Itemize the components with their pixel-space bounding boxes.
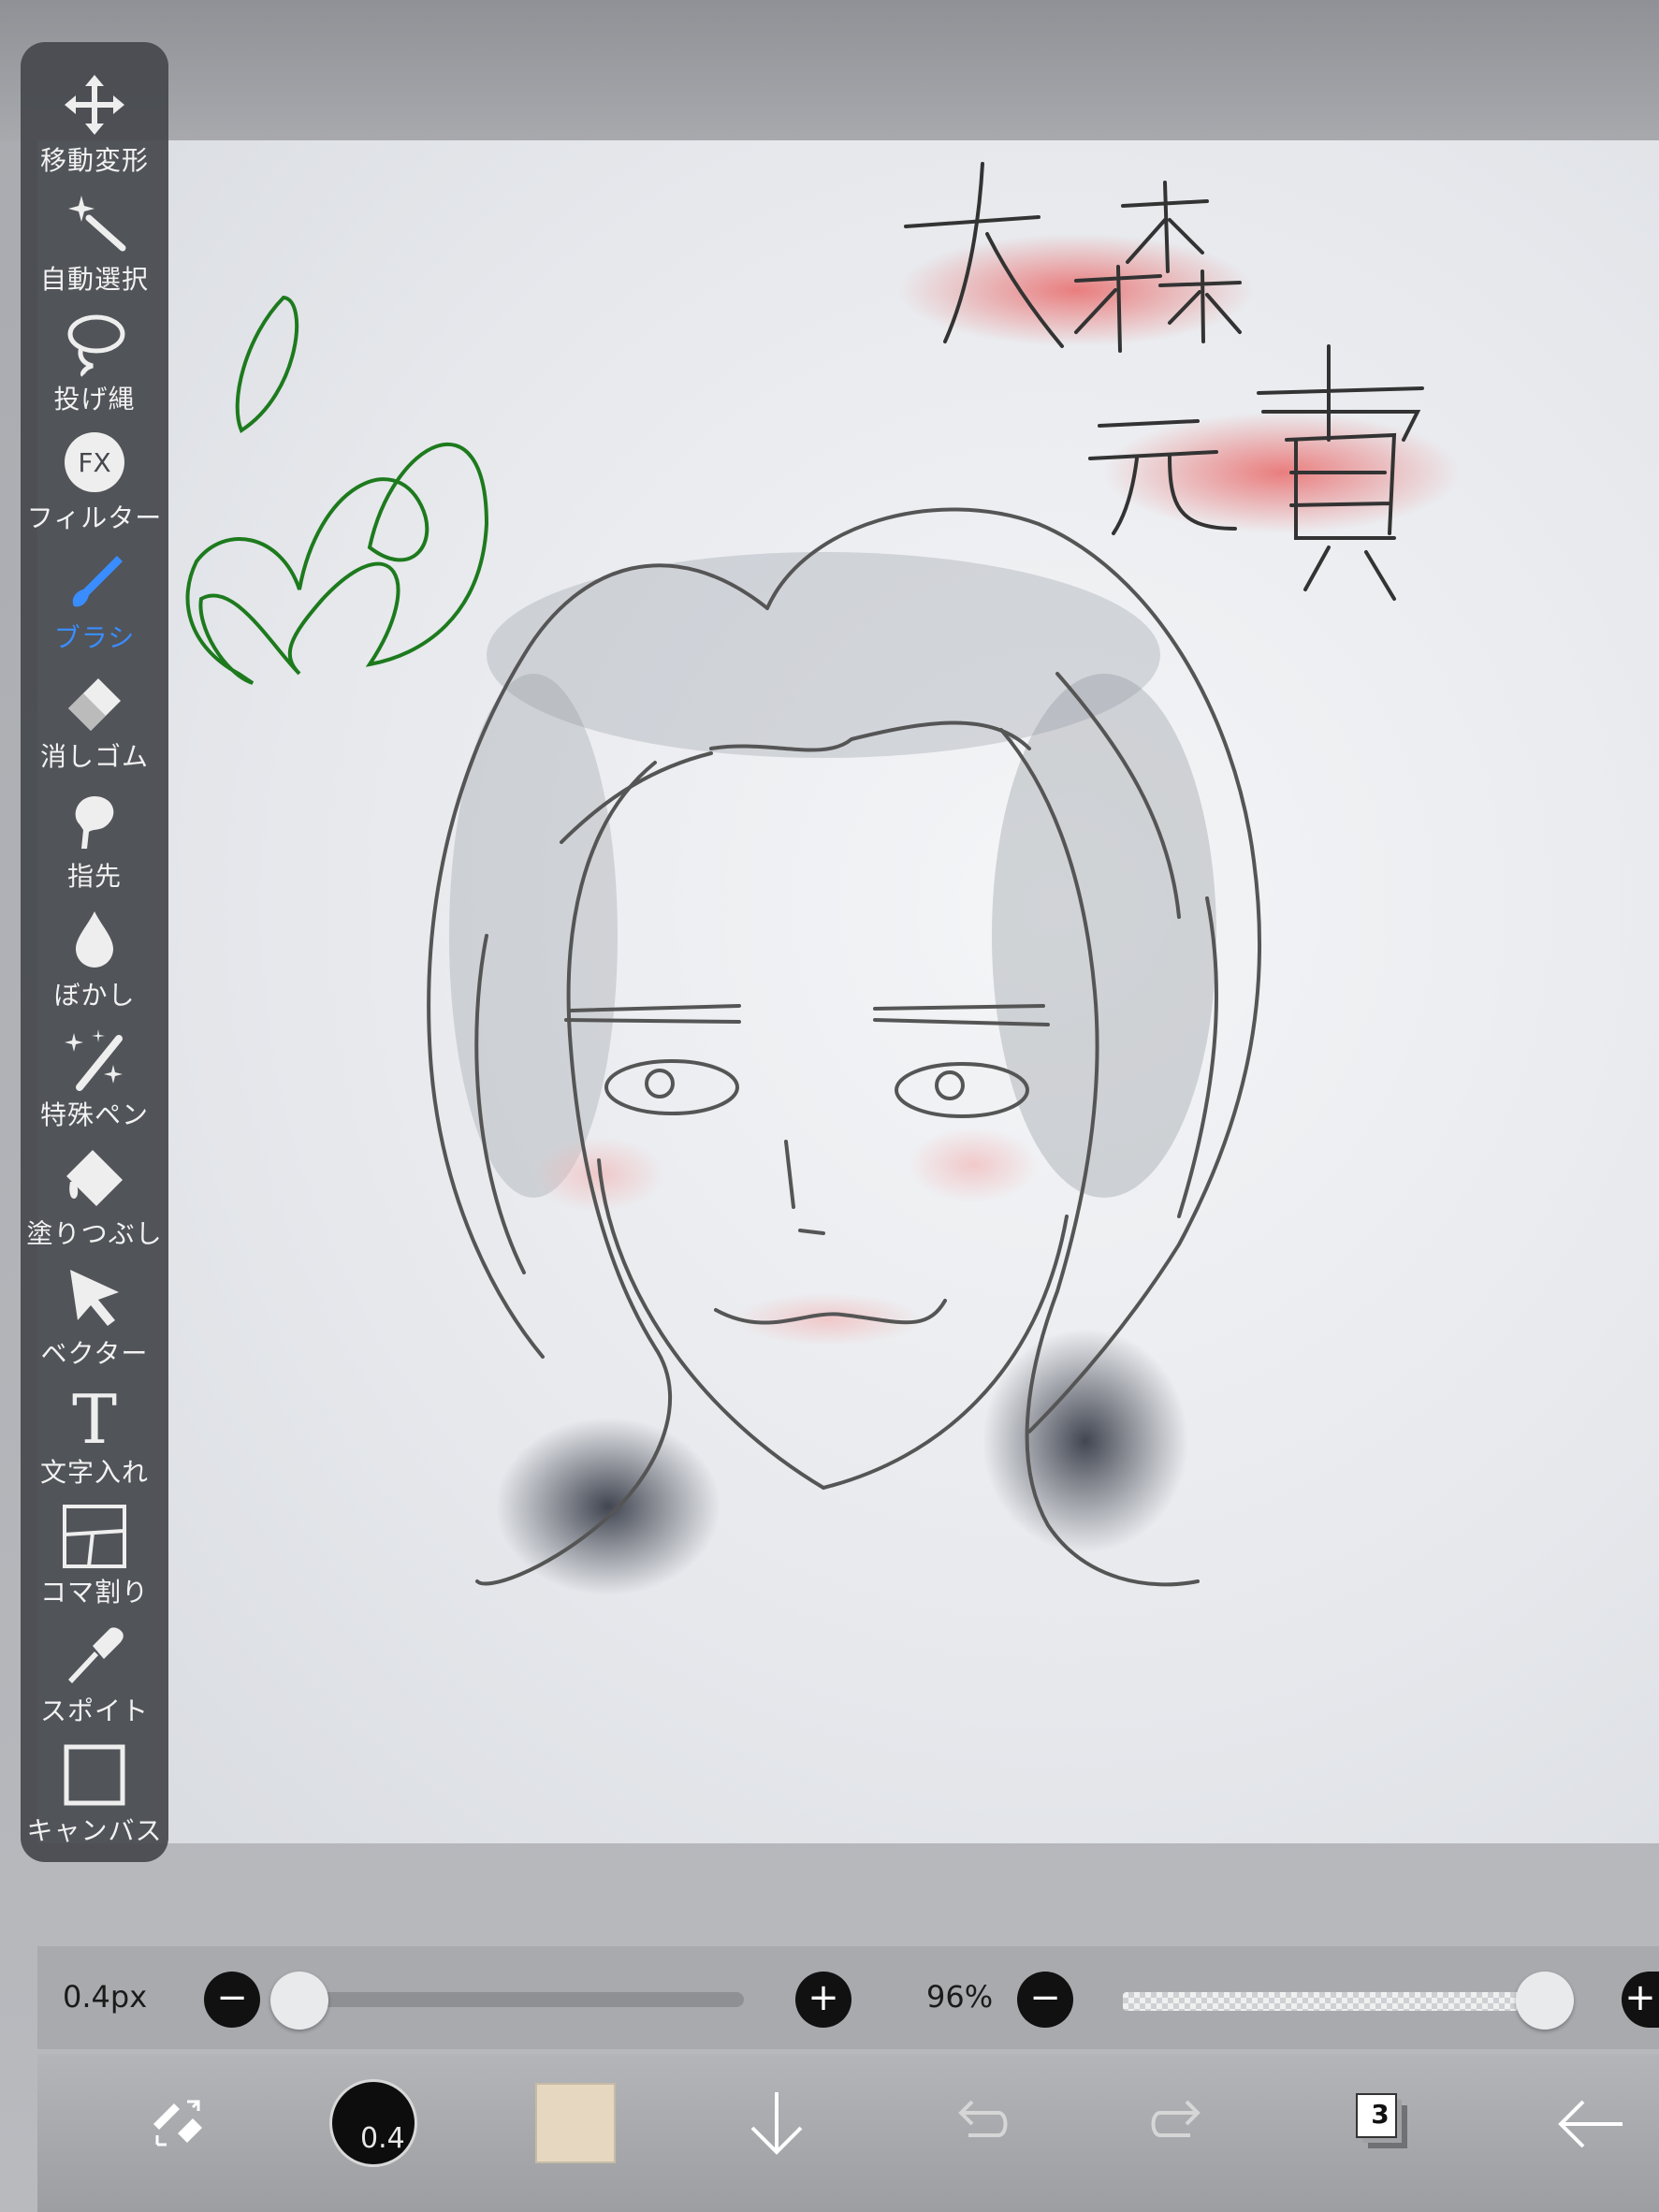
tool-label: ぼかし <box>53 980 136 1011</box>
opacity-minus-button[interactable]: − <box>1017 1972 1073 2028</box>
text-tool-icon: T <box>59 1383 130 1450</box>
finger-smudge-icon <box>59 787 130 854</box>
eyedropper-icon <box>59 1622 130 1689</box>
tool-fill[interactable]: 塗りつぶし <box>21 1139 168 1259</box>
move-transform-icon <box>59 71 130 138</box>
tool-label: ベクター <box>40 1337 149 1369</box>
magic-wand-icon <box>59 190 130 257</box>
tool-vector[interactable]: ベクター <box>21 1258 168 1377</box>
tool-move-transform[interactable]: 移動変形 <box>21 65 168 184</box>
tool-frame-divider[interactable]: コマ割り <box>21 1496 168 1616</box>
color-picker-button[interactable] <box>535 2083 616 2163</box>
tool-filter[interactable]: FX フィルター <box>21 423 168 543</box>
tool-label: コマ割り <box>39 1576 149 1608</box>
brush-size-track[interactable] <box>290 1992 744 2007</box>
tool-text[interactable]: T 文字入れ <box>21 1377 168 1497</box>
bucket-fill-icon <box>59 1144 130 1212</box>
tool-blur[interactable]: ぼかし <box>21 900 168 1020</box>
opacity-slider-thumb[interactable] <box>1516 1972 1575 2030</box>
tool-eyedropper[interactable]: スポイト <box>21 1616 168 1736</box>
tool-label: 投げ縄 <box>53 383 136 415</box>
redo-icon <box>1151 2100 1201 2137</box>
tool-label: スポイト <box>39 1695 149 1727</box>
top-bar <box>0 0 1659 140</box>
back-button[interactable] <box>1542 2077 1636 2171</box>
eraser-icon <box>59 667 130 735</box>
undo-icon <box>958 2100 1008 2137</box>
tool-label: 塗りつぶし <box>26 1218 163 1250</box>
download-button[interactable] <box>730 2077 823 2171</box>
brush-preview-value: 0.4 <box>360 2122 405 2155</box>
brush-size-value: 0.4px <box>63 1979 148 2015</box>
tool-label: 消しゴム <box>39 741 149 773</box>
opacity-track[interactable] <box>1123 1992 1563 2011</box>
drawing-paper[interactable] <box>150 140 1659 1843</box>
layer-count: 3 <box>1371 2099 1390 2130</box>
tool-palette: 移動変形 自動選択 投げ縄 FX フィルター ブラシ 消しゴム 指先 ぼかし 特… <box>21 42 168 1862</box>
undo-button[interactable] <box>931 2077 1025 2171</box>
tool-label: キャンバス <box>26 1814 163 1846</box>
lasso-icon <box>59 310 130 377</box>
tool-magic-wand[interactable]: 自動選択 <box>21 184 168 304</box>
tool-label: 指先 <box>66 860 122 892</box>
canvas-area[interactable] <box>37 140 1659 1843</box>
tool-lasso[interactable]: 投げ縄 <box>21 303 168 423</box>
arrow-left-icon <box>1558 2100 1623 2148</box>
tool-canvas[interactable]: キャンバス <box>21 1735 168 1855</box>
redo-button[interactable] <box>1134 2077 1228 2171</box>
brush-size-slider-thumb[interactable] <box>269 1972 328 2030</box>
tool-label: ブラシ <box>53 621 136 653</box>
tool-brush[interactable]: ブラシ <box>21 542 168 662</box>
arrow-down-icon <box>750 2092 803 2155</box>
tool-label: 特殊ペン <box>39 1099 149 1130</box>
tool-special-pen[interactable]: 特殊ペン <box>21 1019 168 1139</box>
tool-label: 移動変形 <box>39 144 149 176</box>
fx-filter-icon: FX <box>59 429 130 496</box>
pen-eraser-swap-icon <box>153 2100 202 2147</box>
canvas-icon <box>59 1741 130 1809</box>
brush-size-minus-button[interactable]: − <box>204 1972 260 2028</box>
tool-eraser[interactable]: 消しゴム <box>21 662 168 781</box>
tool-label: 文字入れ <box>39 1457 149 1489</box>
tool-label: 自動選択 <box>39 264 149 296</box>
frame-divider-icon <box>59 1503 130 1570</box>
brush-eraser-toggle-button[interactable] <box>131 2077 225 2171</box>
vector-cursor-icon <box>59 1264 130 1332</box>
brush-size-plus-button[interactable]: + <box>795 1972 851 2028</box>
tool-label: フィルター <box>26 502 163 534</box>
fx-icon-text: FX <box>78 447 110 478</box>
tool-finger[interactable]: 指先 <box>21 780 168 900</box>
brush-icon <box>59 548 130 616</box>
text-tool-glyph: T <box>72 1383 117 1450</box>
opacity-value: 96% <box>926 1979 994 2015</box>
special-pen-icon <box>59 1026 130 1093</box>
blur-drop-icon <box>59 906 130 973</box>
